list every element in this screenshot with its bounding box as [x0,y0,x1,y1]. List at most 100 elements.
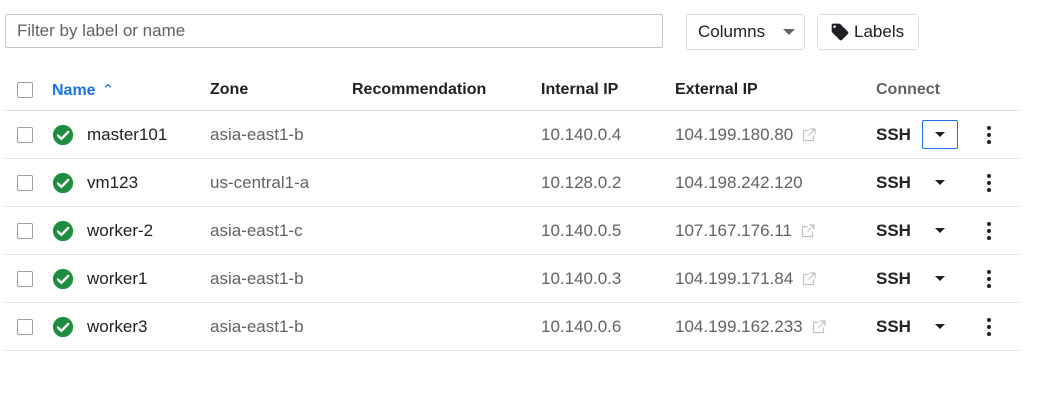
external-link-icon[interactable] [811,319,827,335]
row-checkbox[interactable] [17,175,33,192]
select-all-checkbox[interactable] [17,81,33,98]
caret-down-icon [935,324,945,329]
column-header-external-ip[interactable]: External IP [675,70,876,111]
row-checkbox[interactable] [17,127,33,144]
caret-down-icon [935,180,945,185]
column-header-name[interactable]: Name ⌃ [52,70,210,111]
status-ok-check-icon [52,316,74,337]
instance-name[interactable]: master101 [87,125,167,145]
external-link-icon[interactable] [801,127,817,143]
ssh-button[interactable]: SSH [876,173,922,193]
table-row[interactable]: worker3 asia-east1-b 10.140.0.6 104.199.… [5,302,1019,351]
internal-ip-cell: 10.140.0.6 [541,302,675,351]
caret-down-icon [935,228,945,233]
more-actions-icon[interactable] [981,120,997,150]
row-checkbox[interactable] [17,271,33,288]
connect-cell: SSH [876,254,1019,303]
status-ok-check-icon [52,268,74,289]
more-actions-icon[interactable] [981,216,997,246]
external-ip-cell: 107.167.176.11 [675,206,876,255]
name-cell: vm123 [52,158,210,207]
row-select-cell [5,110,52,159]
external-ip-cell: 104.199.162.233 [675,302,876,351]
instance-name[interactable]: vm123 [87,173,138,193]
status-ok-check-icon [52,220,74,241]
external-link-icon[interactable] [801,271,817,287]
internal-ip-cell: 10.140.0.5 [541,206,675,255]
row-select-cell [5,206,52,255]
external-ip-value: 104.199.171.84 [675,268,794,288]
external-ip-cell: 104.199.180.80 [675,110,876,159]
select-all-cell [5,70,52,111]
instance-name[interactable]: worker1 [87,269,147,289]
labels-button[interactable]: Labels [817,14,919,50]
row-select-cell [5,302,52,351]
column-header-zone[interactable]: Zone [210,70,352,111]
external-ip-value: 104.199.180.80 [675,124,794,144]
table-row[interactable]: master101 asia-east1-b 10.140.0.4 104.19… [5,110,1019,159]
row-checkbox[interactable] [17,223,33,240]
recommendation-cell [352,302,541,351]
ssh-button[interactable]: SSH [876,125,922,145]
recommendation-cell [352,110,541,159]
name-cell: worker3 [52,302,210,351]
columns-button-label: Columns [698,22,766,41]
recommendation-cell [352,254,541,303]
internal-ip-cell: 10.128.0.2 [541,158,675,207]
ssh-button[interactable]: SSH [876,269,922,289]
caret-down-icon [935,132,945,137]
external-ip-value: 104.198.242.120 [675,172,803,192]
more-actions-icon[interactable] [981,264,997,294]
external-ip-cell: 104.198.242.120 [675,158,876,207]
columns-button[interactable]: Columns [686,14,805,50]
more-actions-icon[interactable] [981,168,997,198]
ssh-options-dropdown[interactable] [922,264,958,293]
internal-ip-cell: 10.140.0.3 [541,254,675,303]
recommendation-cell [352,158,541,207]
status-ok-check-icon [52,172,74,193]
instance-name[interactable]: worker-2 [87,221,153,241]
column-header-name-label: Name [52,81,96,99]
ssh-button[interactable]: SSH [876,317,922,337]
external-ip-value: 104.199.162.233 [675,316,803,336]
ssh-options-dropdown[interactable] [922,168,958,197]
zone-cell: asia-east1-b [210,110,352,159]
sort-up-arrow-icon: ⌃ [101,81,115,99]
column-header-recommendation[interactable]: Recommendation [352,70,541,111]
recommendation-cell [352,206,541,255]
column-header-connect: Connect [876,70,1019,111]
connect-cell: SSH [876,302,1019,351]
caret-down-icon [783,29,796,35]
connect-cell: SSH [876,110,1019,159]
ssh-options-dropdown[interactable] [922,120,958,149]
zone-cell: us-central1-a [210,158,352,207]
more-actions-icon[interactable] [981,312,997,342]
instance-name[interactable]: worker3 [87,317,147,337]
external-ip-value: 107.167.176.11 [675,220,792,240]
filter-input[interactable] [5,14,663,48]
table-row[interactable]: worker-2 asia-east1-c 10.140.0.5 107.167… [5,206,1019,255]
connect-cell: SSH [876,206,1019,255]
external-link-icon[interactable] [800,223,816,239]
name-cell: worker-2 [52,206,210,255]
name-cell: master101 [52,110,210,159]
table-row[interactable]: worker1 asia-east1-b 10.140.0.3 104.199.… [5,254,1019,303]
caret-down-icon [935,276,945,281]
vm-instances-table: Name ⌃ Zone Recommendation Internal IP Ex… [5,70,1019,351]
external-ip-cell: 104.199.171.84 [675,254,876,303]
ssh-button[interactable]: SSH [876,221,922,241]
table-row[interactable]: vm123 us-central1-a 10.128.0.2 104.198.2… [5,158,1019,207]
row-select-cell [5,158,52,207]
table-header-row: Name ⌃ Zone Recommendation Internal IP Ex… [5,70,1019,111]
row-checkbox[interactable] [17,319,33,336]
connect-cell: SSH [876,158,1019,207]
zone-cell: asia-east1-b [210,254,352,303]
status-ok-check-icon [52,124,74,145]
name-cell: worker1 [52,254,210,303]
ssh-options-dropdown[interactable] [922,216,958,245]
zone-cell: asia-east1-c [210,206,352,255]
ssh-options-dropdown[interactable] [922,312,958,341]
zone-cell: asia-east1-b [210,302,352,351]
row-select-cell [5,254,52,303]
column-header-internal-ip[interactable]: Internal IP [541,70,675,111]
